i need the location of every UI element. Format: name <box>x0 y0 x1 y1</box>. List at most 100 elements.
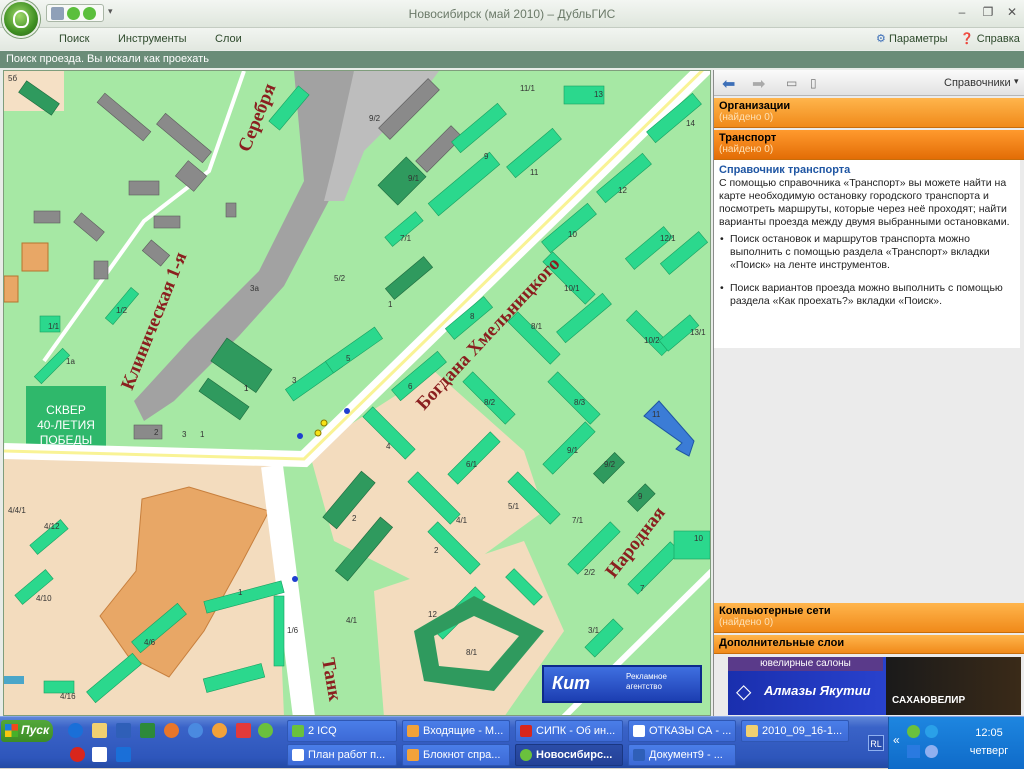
task-label: 2010_09_16-1... <box>762 725 843 737</box>
dublgis-quick-icon[interactable] <box>258 723 273 738</box>
app-icon[interactable] <box>236 723 251 738</box>
task-inbox[interactable]: Входящие - М... <box>402 720 510 742</box>
house-number: 14 <box>686 119 695 128</box>
task-icq[interactable]: 2 ICQ <box>287 720 397 742</box>
tab-search[interactable]: Поиск <box>59 33 89 45</box>
section-computer-networks[interactable]: Компьютерные сети (найдено 0) <box>714 603 1024 633</box>
back-arrow-icon[interactable]: ⬅ <box>722 74 735 94</box>
house-number: 12/1 <box>660 234 676 243</box>
advert-brand: САХАЮВЕЛИР <box>892 695 966 706</box>
title-bar: ▾ Новосибирск (май 2010) – ДубльГИС ‒ ❐ … <box>0 0 1024 38</box>
minimize-button[interactable]: ‒ <box>954 5 970 19</box>
windows-taskbar: Пуск 2 ICQ Входящие - М... СИПК - Об ин.… <box>0 716 1024 769</box>
help-label: Справка <box>976 33 1020 45</box>
house-number: 6 <box>408 382 413 391</box>
document-icon <box>633 725 645 737</box>
task-otkazy[interactable]: ОТКАЗЫ СА - ... <box>628 720 736 742</box>
task-document9[interactable]: Документ9 - ... <box>628 744 736 766</box>
house-number: 10/1 <box>564 284 580 293</box>
dublgis-icon <box>520 749 532 761</box>
excel-icon[interactable] <box>140 723 155 738</box>
window-title: Новосибирск (май 2010) – ДубльГИС <box>408 7 616 21</box>
forward-arrow-icon[interactable]: ➡ <box>752 74 765 94</box>
word-icon <box>633 749 645 761</box>
house-number: 5б <box>8 74 17 83</box>
house-number: 4/6 <box>144 638 156 647</box>
catalogs-dropdown[interactable]: Справочники <box>944 77 1011 89</box>
tab-layers[interactable]: Слои <box>215 33 242 45</box>
icq-icon <box>292 725 304 737</box>
network-tray-icon-2[interactable] <box>907 745 920 758</box>
chevron-down-icon[interactable]: ▾ <box>1014 76 1019 87</box>
search-status-strip: Поиск проезда. Вы искали как проехать <box>0 51 1024 68</box>
icq-tray-icon[interactable] <box>907 725 920 738</box>
clipboard-icon[interactable]: ▯ <box>810 76 817 90</box>
opera-icon <box>520 725 532 737</box>
section-transport[interactable]: Транспорт (найдено 0) <box>714 130 1024 160</box>
house-number: 9/1 <box>408 174 420 183</box>
help-heading: Справочник транспорта <box>719 164 851 176</box>
language-indicator[interactable]: RL <box>868 735 884 751</box>
maximize-button[interactable]: ❐ <box>980 5 996 19</box>
section-extra-layers-title: Дополнительные слои <box>719 637 845 649</box>
house-number: 3 <box>182 430 187 439</box>
house-number: 4/12 <box>44 522 60 531</box>
clock-time[interactable]: 12:05 <box>959 727 1019 739</box>
map-advert-text: Рекламное агентство <box>626 672 667 691</box>
house-number: 13/1 <box>690 328 706 337</box>
print-icon[interactable]: ▭ <box>786 76 797 90</box>
ie-icon-2[interactable] <box>116 747 131 762</box>
square-label-3: ПОБЕДЫ <box>40 433 93 447</box>
media-icon[interactable] <box>188 723 203 738</box>
word-icon[interactable] <box>116 723 131 738</box>
task-novosibirsk[interactable]: Новосибирс... <box>515 744 623 766</box>
task-sipk[interactable]: СИПК - Об ин... <box>515 720 623 742</box>
map-advert[interactable]: Кит Рекламное агентство <box>542 665 702 703</box>
clock-app-icon[interactable] <box>212 723 227 738</box>
house-number: 10/2 <box>644 336 660 345</box>
ribbon-tabs: Поиск Инструменты Слои ⚙ Параметры ❓ Спр… <box>0 28 1024 50</box>
ie-icon[interactable] <box>68 723 83 738</box>
task-folder[interactable]: 2010_09_16-1... <box>741 720 849 742</box>
tab-tools[interactable]: Инструменты <box>118 33 187 45</box>
house-number: 9/1 <box>567 446 579 455</box>
house-number: 2 <box>434 546 439 555</box>
folder-icon[interactable] <box>92 723 107 738</box>
square-label-1: СКВЕР <box>46 403 86 417</box>
task-label: СИПК - Об ин... <box>536 725 616 737</box>
start-button[interactable]: Пуск <box>1 720 53 742</box>
task-label: План работ п... <box>308 749 386 761</box>
house-number: 11 <box>530 168 539 177</box>
task-notepad[interactable]: Блокнот спра... <box>402 744 510 766</box>
task-label: 2 ICQ <box>308 725 337 737</box>
city-map[interactable]: Богдана Хмельницкого Клиническая 1-я Сер… <box>3 70 711 716</box>
section-organizations[interactable]: Организации (найдено 0) <box>714 98 1024 128</box>
close-button[interactable]: ✕ <box>1004 5 1020 19</box>
help-bullet-2: Поиск вариантов проезда можно выполнить … <box>719 282 1015 308</box>
house-number: 1а <box>66 357 75 366</box>
expand-tray-icon[interactable]: « <box>893 733 900 747</box>
map-canvas[interactable]: Богдана Хмельницкого Клиническая 1-я Сер… <box>4 71 711 716</box>
house-number: 3 <box>292 376 297 385</box>
clock-day: четверг <box>969 745 1009 757</box>
house-number: 9 <box>638 492 643 501</box>
jewelry-advert[interactable]: ювелирные салоны ◇ Алмазы Якутии САХАЮВЕ… <box>728 657 1021 715</box>
house-number: 8/1 <box>531 322 543 331</box>
settings-button[interactable]: ⚙ Параметры <box>876 32 948 45</box>
house-number: 7/1 <box>400 234 412 243</box>
settings-label: Параметры <box>888 33 948 45</box>
network-tray-icon[interactable] <box>925 725 938 738</box>
opera-icon[interactable] <box>70 747 85 762</box>
street-label-tank: Танк <box>317 656 345 703</box>
task-label: Новосибирс... <box>536 749 613 761</box>
help-bullet-1: Поиск остановок и маршрутов транспорта м… <box>719 233 1015 272</box>
firefox-icon[interactable] <box>164 723 179 738</box>
volume-tray-icon[interactable] <box>925 745 938 758</box>
logo-icon <box>13 10 29 28</box>
task-plan[interactable]: План работ п... <box>287 744 397 766</box>
help-button[interactable]: ❓ Справка <box>960 32 1020 45</box>
app-menu-orb-button[interactable] <box>2 0 40 38</box>
section-extra-layers[interactable]: Дополнительные слои <box>714 635 1024 654</box>
transport-help-text: Справочник транспорта С помощью справочн… <box>714 160 1020 348</box>
notepad-icon[interactable] <box>92 747 107 762</box>
